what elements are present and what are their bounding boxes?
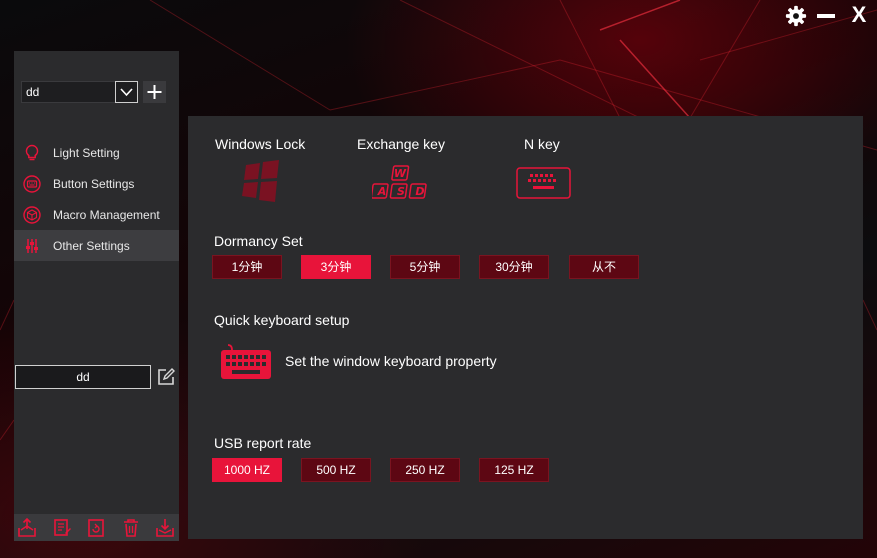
windows-lock-toggle[interactable]: [242, 158, 282, 211]
keyboard-icon: [221, 344, 271, 379]
cube-icon: [23, 206, 41, 224]
keyboard-icon: [516, 167, 571, 199]
keyboard-icon: [23, 175, 41, 193]
import-icon: [156, 519, 174, 537]
sidebar-item-label: Button Settings: [53, 177, 135, 191]
notes-icon: [54, 519, 71, 536]
sidebar-item-label: Light Setting: [53, 146, 120, 160]
profile-name-field[interactable]: dd: [15, 365, 151, 389]
n-key-label: N key: [524, 136, 560, 152]
quick-setup-text: Set the window keyboard property: [285, 353, 497, 369]
dormancy-option-30min[interactable]: 30分钟: [479, 255, 549, 279]
key-w: W: [394, 167, 407, 180]
bulb-icon: [25, 144, 39, 161]
wasd-icon: W A S D: [370, 165, 427, 199]
n-key-toggle[interactable]: [516, 167, 571, 204]
key-d: D: [415, 185, 424, 198]
notes-button[interactable]: [52, 518, 72, 538]
sidebar-toolbar: [14, 514, 179, 541]
settings-button[interactable]: [785, 5, 807, 32]
sidebar-item-light-setting[interactable]: Light Setting: [14, 137, 179, 168]
dormancy-title: Dormancy Set: [214, 233, 303, 249]
export-icon: [18, 517, 36, 537]
usb-rate-option-250[interactable]: 250 HZ: [390, 458, 460, 482]
add-profile-button[interactable]: [143, 81, 166, 103]
profile-select-value: dd: [26, 85, 40, 99]
sidebar-item-other-settings[interactable]: Other Settings: [14, 230, 179, 261]
export-button[interactable]: [17, 517, 37, 538]
usb-rate-option-1000[interactable]: 1000 HZ: [212, 458, 282, 482]
delete-button[interactable]: [121, 518, 141, 538]
edit-profile-name-button[interactable]: [156, 367, 176, 387]
dormancy-option-3min[interactable]: 3分钟: [301, 255, 371, 279]
sidebar-item-label: Macro Management: [53, 208, 160, 222]
profile-dropdown-button[interactable]: [115, 81, 138, 103]
sliders-icon: [26, 239, 38, 253]
sidebar-item-label: Other Settings: [53, 239, 130, 253]
chevron-down-icon: [120, 88, 133, 97]
quick-setup-button[interactable]: [220, 343, 272, 386]
dormancy-option-1min[interactable]: 1分钟: [212, 255, 282, 279]
refresh-button[interactable]: [86, 518, 106, 538]
windows-lock-label: Windows Lock: [215, 136, 306, 152]
plus-icon: [147, 85, 162, 99]
exchange-key-label: Exchange key: [357, 136, 445, 152]
sidebar: dd Light Setting Button Settings Macro M…: [14, 51, 179, 541]
trash-icon: [124, 519, 138, 537]
gear-icon: [785, 5, 807, 27]
dormancy-option-never[interactable]: 从不: [569, 255, 639, 279]
settings-panel: Windows Lock Exchange key W A S D N key …: [188, 116, 863, 539]
quick-setup-title: Quick keyboard setup: [214, 312, 350, 328]
dormancy-option-5min[interactable]: 5分钟: [390, 255, 460, 279]
sidebar-nav: Light Setting Button Settings Macro Mana…: [14, 137, 179, 261]
close-icon: X: [851, 2, 867, 27]
sidebar-item-button-settings[interactable]: Button Settings: [14, 168, 179, 199]
exchange-key-toggle[interactable]: W A S D: [370, 164, 432, 207]
key-a: A: [377, 185, 387, 198]
edit-icon: [158, 368, 175, 385]
sidebar-item-macro-management[interactable]: Macro Management: [14, 199, 179, 230]
minimize-button[interactable]: [817, 14, 835, 18]
usb-rate-title: USB report rate: [214, 435, 312, 451]
profile-name-value: dd: [76, 370, 90, 384]
usb-rate-option-125[interactable]: 125 HZ: [479, 458, 549, 482]
windows-logo-icon: [242, 160, 279, 202]
close-button[interactable]: X: [848, 3, 870, 27]
import-button[interactable]: [155, 518, 175, 538]
key-s: S: [397, 185, 405, 198]
refresh-icon: [88, 519, 104, 537]
usb-rate-option-500[interactable]: 500 HZ: [301, 458, 371, 482]
